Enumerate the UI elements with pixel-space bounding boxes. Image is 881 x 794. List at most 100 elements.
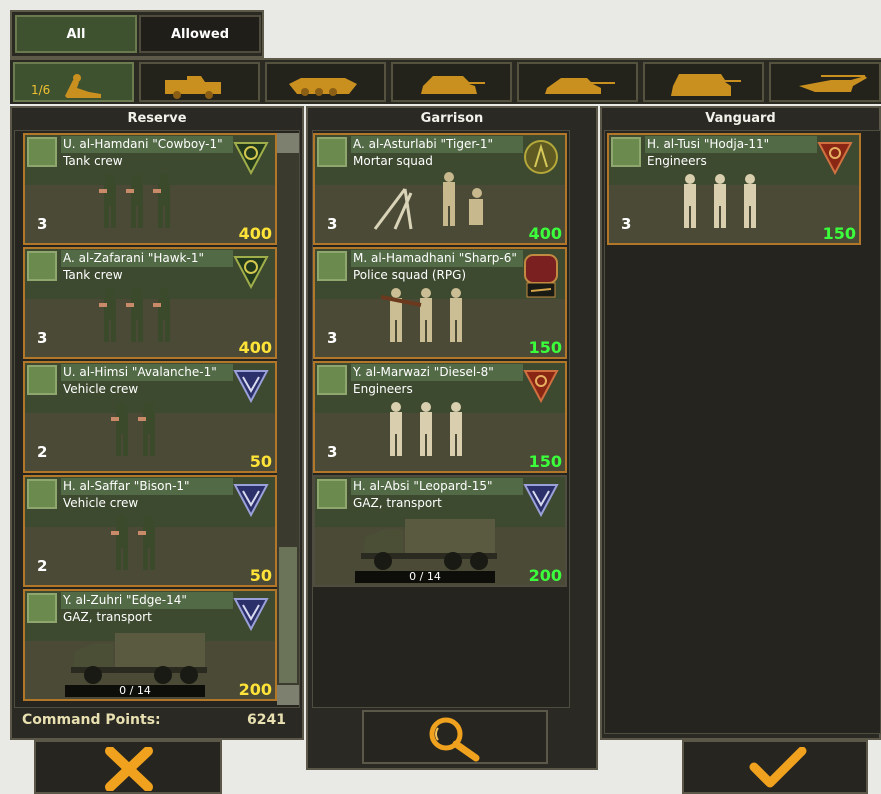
tab-allowed[interactable]: Allowed [139, 15, 261, 53]
apc-icon [289, 78, 357, 96]
search-button[interactable] [362, 710, 548, 764]
unit-points: 200 [528, 566, 562, 585]
soldiers-icon [111, 402, 155, 456]
garrison-list: A. al-Asturlabi "Tiger-1" Mortar squad 3… [312, 130, 570, 708]
confirm-button[interactable] [682, 740, 868, 794]
unit-card[interactable]: U. al-Hamdani "Cowboy-1" Tank crew 3 400 [23, 133, 277, 245]
unit-card[interactable]: M. al-Hamadhani "Sharp-6" Police squad (… [313, 247, 567, 359]
unit-name: H. al-Absi "Leopard-15" [353, 479, 493, 493]
unit-name: U. al-Hamdani "Cowboy-1" [63, 137, 223, 151]
soldiers-icon [381, 288, 462, 342]
unit-count: 3 [327, 215, 338, 233]
unit-count: 2 [37, 557, 48, 575]
command-points-value: 6241 [247, 712, 286, 728]
type-filter-tank-medium[interactable] [517, 62, 638, 102]
vanguard-panel: Vanguard H. al-Tusi "Hodja-11" Engineers… [600, 106, 881, 740]
type-filter-helicopter[interactable] [769, 62, 881, 102]
select-checkbox[interactable] [317, 137, 347, 167]
select-checkbox[interactable] [27, 479, 57, 509]
unit-points: 150 [528, 452, 562, 471]
unit-card[interactable]: Y. al-Zuhri "Edge-14" GAZ, transport 0 /… [23, 589, 277, 701]
soldiers-icon [390, 402, 462, 456]
type-count: 1/6 [31, 83, 51, 97]
unit-type: Police squad (RPG) [353, 268, 467, 282]
unit-name: H. al-Saffar "Bison-1" [63, 479, 190, 493]
type-filter-truck[interactable] [139, 62, 260, 102]
vanguard-list: H. al-Tusi "Hodja-11" Engineers 3 150 [604, 130, 881, 734]
command-points-bar: Command Points: 6241 [14, 710, 300, 740]
reserve-panel: Reserve U. al-Hamdani "Cowboy-1" Tank cr… [10, 106, 304, 740]
command-points-label: Command Points: [22, 712, 161, 728]
select-checkbox[interactable] [27, 593, 57, 623]
unit-count: 3 [37, 215, 48, 233]
unit-count: 2 [37, 443, 48, 461]
unit-card[interactable]: A. al-Zafarani "Hawk-1" Tank crew 3 400 [23, 247, 277, 359]
unit-emblem-icon [523, 484, 559, 517]
unit-type-bar: 1/6 [10, 58, 881, 104]
truck-icon [361, 519, 497, 570]
unit-name: A. al-Zafarani "Hawk-1" [63, 251, 204, 265]
vanguard-title: Vanguard [705, 111, 776, 126]
tank-icon [545, 78, 615, 94]
tank-icon [421, 76, 485, 94]
unit-type: GAZ, transport [353, 496, 442, 510]
unit-name: U. al-Himsi "Avalanche-1" [63, 365, 217, 379]
engineer-emblem-icon [523, 370, 559, 403]
tab-all[interactable]: All [15, 15, 137, 53]
unit-card[interactable]: H. al-Saffar "Bison-1" Vehicle crew 2 50 [23, 475, 277, 587]
soldiers-icon [111, 516, 155, 570]
type-filter-tank-light[interactable] [391, 62, 512, 102]
unit-count: 3 [327, 443, 338, 461]
unit-emblem-icon [233, 256, 269, 289]
unit-card[interactable]: U. al-Himsi "Avalanche-1" Vehicle crew 2… [23, 361, 277, 473]
unit-card[interactable]: H. al-Tusi "Hodja-11" Engineers 3 150 [607, 133, 861, 245]
select-checkbox[interactable] [27, 137, 57, 167]
filter-tabs: All Allowed [10, 10, 264, 58]
select-checkbox[interactable] [317, 479, 347, 509]
select-checkbox[interactable] [317, 251, 347, 281]
unit-count: 3 [621, 215, 632, 233]
select-checkbox[interactable] [611, 137, 641, 167]
truck-icon [71, 633, 207, 684]
soldiers-icon [99, 288, 170, 342]
unit-points: 50 [249, 566, 272, 585]
unit-name: M. al-Hamadhani "Sharp-6" [353, 251, 517, 265]
select-checkbox[interactable] [27, 365, 57, 395]
type-filter-tank-heavy[interactable] [643, 62, 764, 102]
heavy-tank-icon [671, 74, 741, 96]
select-checkbox[interactable] [317, 365, 347, 395]
scrollbar[interactable] [277, 133, 299, 705]
reserve-title: Reserve [127, 111, 187, 126]
reserve-list: U. al-Hamdani "Cowboy-1" Tank crew 3 400… [14, 130, 300, 708]
scroll-thumb[interactable] [279, 547, 297, 683]
unit-type: Tank crew [63, 154, 123, 168]
x-icon [105, 747, 153, 791]
unit-emblem-icon [233, 484, 269, 517]
capacity-bar: 0 / 14 [65, 685, 205, 697]
unit-card[interactable]: Y. al-Marwazi "Diesel-8" Engineers 3 150 [313, 361, 567, 473]
unit-count: 3 [327, 329, 338, 347]
scroll-down-arrow[interactable] [277, 685, 299, 705]
unit-name: A. al-Asturlabi "Tiger-1" [353, 137, 494, 151]
select-checkbox[interactable] [27, 251, 57, 281]
magnifier-icon [429, 717, 480, 762]
unit-points: 50 [249, 452, 272, 471]
cancel-button[interactable] [34, 740, 222, 794]
soldiers-icon [684, 174, 756, 228]
infantry-icon [65, 74, 101, 98]
unit-emblem-icon [233, 142, 269, 175]
type-filter-apc[interactable] [265, 62, 386, 102]
unit-type: Vehicle crew [63, 382, 139, 396]
mortar-emblem-icon [524, 140, 558, 174]
police-emblem-icon [524, 254, 558, 298]
unit-card[interactable]: A. al-Asturlabi "Tiger-1" Mortar squad 3… [313, 133, 567, 245]
unit-points: 150 [528, 338, 562, 357]
unit-count: 3 [37, 329, 48, 347]
unit-points: 400 [238, 224, 272, 243]
unit-name: Y. al-Marwazi "Diesel-8" [353, 365, 494, 379]
scroll-up-arrow[interactable] [277, 133, 299, 153]
unit-card[interactable]: H. al-Absi "Leopard-15" GAZ, transport 0… [313, 475, 567, 587]
checkmark-icon [749, 747, 807, 788]
garrison-title: Garrison [420, 111, 484, 126]
type-filter-infantry[interactable]: 1/6 [13, 62, 134, 102]
